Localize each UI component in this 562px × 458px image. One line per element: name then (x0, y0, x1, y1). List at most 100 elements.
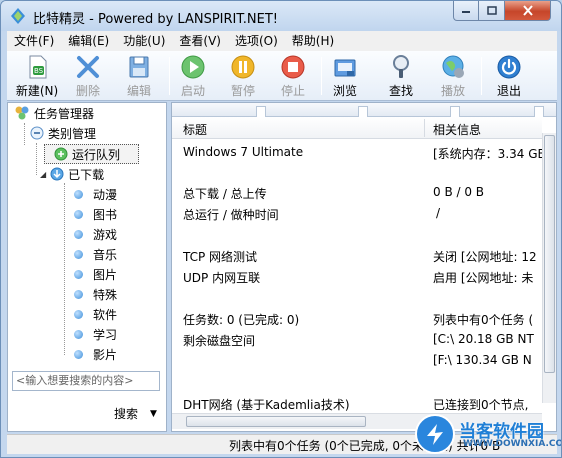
menu-view[interactable]: 查看(V) (172, 31, 228, 51)
delete-button[interactable]: 删除 (64, 53, 112, 99)
search-button-label: 搜索 (114, 407, 139, 421)
delete-icon (77, 56, 99, 78)
maximize-button[interactable] (479, 1, 505, 21)
tree-item-movies[interactable]: 影片 (74, 344, 117, 364)
collapse-icon (30, 126, 44, 140)
row-key: DHT网络 (基于Kademlia技术) (183, 398, 350, 412)
table-row[interactable]: 任务数: 0 (已完成: 0) 列表中有0个任务 ( (172, 309, 542, 329)
maximize-icon (486, 6, 497, 15)
new-button[interactable]: BS 新建(N) (13, 53, 61, 99)
bullet-icon (74, 189, 83, 199)
app-logo-icon (11, 8, 25, 24)
tree-child-label: 学习 (93, 327, 118, 342)
column-divider[interactable] (424, 119, 425, 137)
column-info-header[interactable]: 相关信息 (433, 121, 481, 138)
scrollbar-thumb[interactable] (186, 416, 366, 427)
tree-item-pictures[interactable]: 图片 (74, 264, 117, 284)
globe-play-icon (442, 55, 464, 78)
stop-circle-icon (281, 55, 305, 79)
tree-child-label: 软件 (93, 307, 118, 322)
table-row[interactable]: TCP 网络测试 关闭 [公网地址: 12 (172, 246, 542, 266)
search-icon (393, 55, 409, 78)
vertical-scrollbar[interactable] (542, 133, 556, 403)
row-value: 0 B / 0 B (433, 185, 485, 199)
bullet-icon (74, 229, 83, 239)
scrollbar-thumb[interactable] (544, 135, 555, 373)
run-queue-icon (54, 147, 68, 161)
tree-item-queue[interactable]: 运行队列 (54, 144, 120, 164)
bullet-icon (74, 289, 83, 299)
tree-item-games[interactable]: 游戏 (74, 224, 117, 244)
table-row[interactable]: 总下载 / 总上传 0 B / 0 B (172, 183, 542, 203)
tree-item-special[interactable]: 特殊 (74, 284, 117, 304)
menu-options[interactable]: 选项(O) (228, 31, 285, 51)
site-watermark: 当客软件园 WWW.DOWNXIA.COM (413, 411, 561, 457)
new-torrent-icon: BS (29, 55, 47, 79)
tree-child-label: 影片 (93, 347, 118, 362)
column-title-header[interactable]: 标题 (183, 121, 207, 138)
tree-downloaded-label: 已下载 (68, 167, 105, 182)
browse-button[interactable]: 浏览 (321, 53, 369, 99)
row-key: 任务数: 0 (已完成: 0) (183, 313, 300, 327)
save-edit-icon (129, 56, 149, 78)
close-icon (522, 5, 533, 16)
table-row[interactable]: Windows 7 Ultimate [系统内存：3.34 GB (172, 143, 546, 163)
tab[interactable] (256, 106, 266, 117)
table-row[interactable]: UDP 内网互联 启用 [公网地址: 未 (172, 267, 542, 287)
table-row[interactable]: [F:\ 130.34 GB N (172, 351, 542, 371)
find-label: 查找 (388, 84, 413, 98)
stop-button[interactable]: 停止 (269, 53, 317, 99)
menu-help[interactable]: 帮助(H) (285, 31, 341, 51)
tree-item-downloaded[interactable]: ◢ 已下载 (40, 164, 104, 184)
bullet-icon (74, 309, 83, 319)
tab[interactable] (450, 106, 460, 117)
tree-item-study[interactable]: 学习 (74, 324, 117, 344)
exit-button[interactable]: 退出 (485, 53, 533, 99)
tree-child-label: 游戏 (93, 227, 118, 242)
row-value: 列表中有0个任务 ( (433, 313, 534, 327)
row-value: 启用 [公网地址: 未 (433, 271, 534, 285)
close-button[interactable] (505, 1, 551, 21)
tab-strip (172, 103, 556, 117)
tree-item-books[interactable]: 图书 (74, 204, 117, 224)
browse-folder-icon (334, 59, 356, 77)
task-manager-icon (15, 106, 29, 120)
play-button[interactable]: 播放 (429, 53, 477, 99)
table-row[interactable]: 剩余磁盘空间 [C:\ 20.18 GB NT (172, 330, 542, 350)
tree-item-music[interactable]: 音乐 (74, 244, 117, 264)
row-key: TCP 网络测试 (183, 250, 258, 264)
watermark-url: WWW.DOWNXIA.COM (463, 439, 562, 449)
tree-root-label: 任务管理器 (34, 106, 95, 121)
minimize-button[interactable] (453, 1, 479, 21)
search-button[interactable]: 搜索 ▼ (114, 405, 157, 422)
bullet-icon (74, 329, 83, 339)
tree-item-software[interactable]: 软件 (74, 304, 117, 324)
row-key: UDP 内网互联 (183, 271, 261, 285)
tab[interactable] (534, 106, 544, 117)
menu-function[interactable]: 功能(U) (116, 31, 172, 51)
pause-label: 暂停 (230, 84, 255, 98)
tab[interactable] (358, 106, 368, 117)
minimize-icon (462, 10, 470, 13)
menu-file[interactable]: 文件(F) (7, 31, 61, 51)
search-input[interactable]: <输入想要搜索的内容> (12, 371, 160, 391)
table-row[interactable]: 总运行 / 做种时间 / (172, 204, 542, 224)
find-button[interactable]: 查找 (377, 53, 425, 99)
tree-item-anime[interactable]: 动漫 (74, 184, 117, 204)
tree-child-label: 特殊 (93, 287, 118, 302)
new-label: 新建(N) (15, 84, 59, 98)
column-header: 标题 相关信息 (172, 117, 542, 139)
row-value: [F:\ 130.34 GB N (433, 353, 532, 367)
tree-root[interactable]: 任务管理器 (14, 103, 94, 123)
tree-expand-arrow-icon: ◢ (40, 169, 47, 179)
delete-label: 删除 (75, 84, 100, 98)
tree-connector (64, 183, 65, 355)
edit-button[interactable]: 编辑 (115, 53, 163, 99)
title-bar[interactable]: 比特精灵 - Powered by LANSPIRIT.NET! (1, 1, 561, 31)
toolbar: BS 新建(N) 删除 编辑 启动 暂停 停止 浏览 查找 播放 退出 (7, 51, 557, 101)
bullet-icon (74, 249, 83, 259)
start-button[interactable]: 启动 (169, 53, 217, 99)
tree-item-category[interactable]: 类别管理 (30, 123, 96, 143)
menu-edit[interactable]: 编辑(E) (61, 31, 116, 51)
pause-button[interactable]: 暂停 (219, 53, 267, 99)
